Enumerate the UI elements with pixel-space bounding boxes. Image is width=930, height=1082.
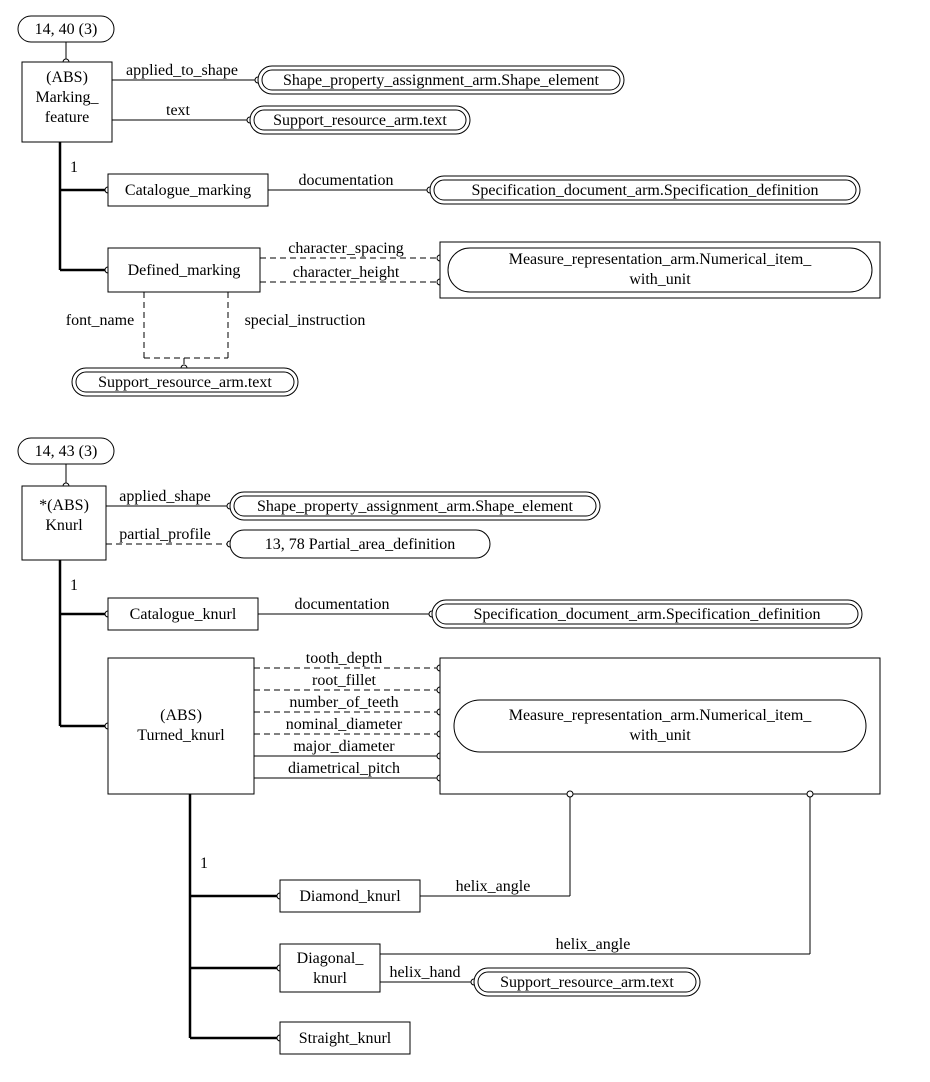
diamond-knurl-text: Diamond_knurl [299, 888, 401, 905]
applied-shape-label: applied_shape [119, 488, 211, 505]
text-attr-label: text [166, 102, 191, 119]
numerical-item-ref-1-line1: Measure_representation_arm.Numerical_ite… [509, 251, 813, 268]
support-text-ref-2-text: Support_resource_arm.text [98, 374, 272, 391]
express-g-diagram: 14, 40 (3) (ABS) Marking_ feature applie… [0, 0, 930, 1082]
diamond-helix-label: helix_angle [456, 878, 531, 895]
root-fillet-label: root_fillet [312, 672, 377, 689]
shape-element-ref-2-text: Shape_property_assignment_arm.Shape_elem… [257, 498, 573, 515]
support-text-ref-3-text: Support_resource_arm.text [500, 974, 674, 991]
knurl-abs: *(ABS) [39, 497, 89, 514]
diagonal-knurl-name2: knurl [313, 970, 347, 987]
nominal-diameter-label: nominal_diameter [286, 716, 403, 733]
marking-feature-abs: (ABS) [46, 69, 88, 86]
diagonal-knurl-name1: Diagonal_ [297, 950, 365, 967]
numerical-item-ref-2-line2: with_unit [629, 727, 691, 744]
spec-def-ref-1-text: Specification_document_arm.Specification… [471, 182, 818, 199]
diagonal-helix-angle-label: helix_angle [556, 936, 631, 953]
marking-feature-name2: feature [45, 109, 89, 126]
turned-knurl-abs: (ABS) [160, 707, 202, 724]
numerical-item-ref-1-line2: with_unit [629, 271, 691, 288]
diametrical-pitch-label: diametrical_pitch [288, 760, 400, 777]
applied-to-shape-label: applied_to_shape [126, 62, 238, 79]
knurl-name: Knurl [45, 517, 83, 534]
turned-knurl-entity [108, 658, 254, 794]
support-text-ref-1-text: Support_resource_arm.text [273, 112, 447, 129]
spec-def-ref-2-text: Specification_document_arm.Specification… [473, 606, 820, 623]
major-diameter-label: major_diameter [293, 738, 395, 755]
page-ref-1-text: 14, 40 (3) [35, 21, 98, 38]
partial-profile-label: partial_profile [119, 526, 211, 543]
page-ref-2-text: 14, 43 (3) [35, 443, 98, 460]
char-height-label: character_height [293, 264, 400, 281]
documentation-label-2: documentation [294, 596, 389, 613]
tooth-depth-label: tooth_depth [306, 650, 382, 667]
font-name-label: font_name [66, 312, 134, 329]
documentation-label-1: documentation [298, 172, 393, 189]
straight-knurl-text: Straight_knurl [299, 1030, 392, 1047]
special-instruction-label: special_instruction [245, 312, 366, 329]
marking-subtype-card: 1 [70, 159, 78, 176]
catalogue-marking-text: Catalogue_marking [125, 182, 251, 199]
marking-feature-name1: Marking_ [35, 89, 99, 106]
number-of-teeth-label: number_of_teeth [289, 694, 398, 711]
helix-hand-label: helix_hand [389, 964, 460, 981]
defined-marking-text: Defined_marking [128, 262, 241, 279]
turned-subtype-card: 1 [200, 855, 208, 872]
knurl-subtype-card: 1 [70, 577, 78, 594]
partial-area-ref-text: 13, 78 Partial_area_definition [265, 536, 456, 553]
shape-element-ref-1-text: Shape_property_assignment_arm.Shape_elem… [283, 72, 599, 89]
turned-knurl-name: Turned_knurl [137, 727, 225, 744]
numerical-item-ref-2-line1: Measure_representation_arm.Numerical_ite… [509, 707, 813, 724]
catalogue-knurl-text: Catalogue_knurl [130, 606, 237, 623]
char-spacing-label: character_spacing [288, 240, 403, 257]
